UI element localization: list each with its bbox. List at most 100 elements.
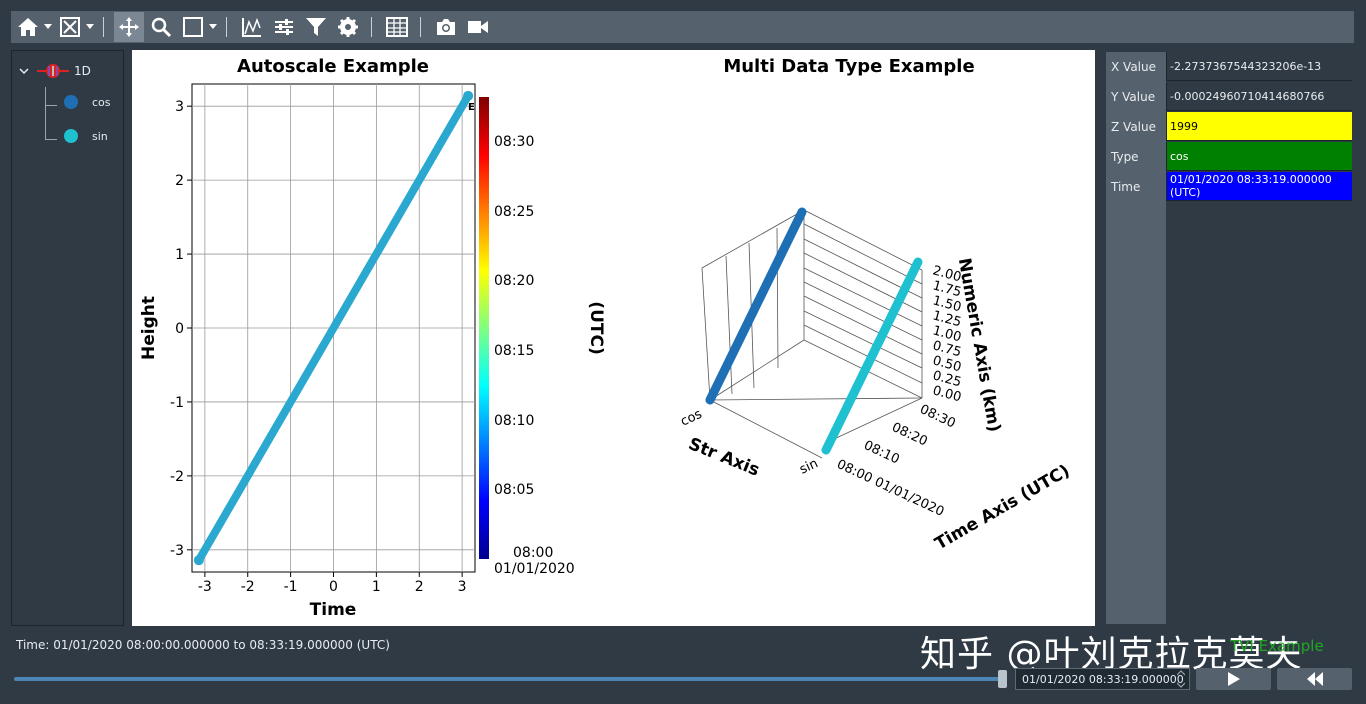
pan-icon[interactable] (114, 12, 144, 42)
str-tick: sin (797, 456, 820, 477)
x-tick-label: 0 (329, 579, 338, 595)
gear-icon[interactable] (333, 12, 363, 42)
colorbar (479, 97, 489, 559)
adjust-icon[interactable] (269, 12, 299, 42)
toolbar (11, 11, 1354, 43)
toolbar-separator (420, 17, 421, 37)
property-value[interactable]: -0.00024960710414680766 (1166, 82, 1352, 111)
left-x-ticks: -3 -2 -1 0 1 2 3 (198, 572, 467, 595)
select-dropdown-icon[interactable] (208, 12, 218, 42)
property-row: Y Value -0.00024960710414680766 (1106, 82, 1352, 111)
rewind-icon (1306, 672, 1323, 686)
tree-item-label: cos (92, 95, 111, 109)
time-slider-handle[interactable] (998, 670, 1008, 688)
str-tick: cos (678, 407, 704, 430)
y-tick-label: 0 (175, 321, 184, 337)
time-axis-ticks: 08:30 08:20 08:10 08:00 01/01/2020 (834, 402, 957, 520)
time-tick: 08:20 (889, 420, 929, 449)
colorbar-tick: 08:30 (494, 134, 534, 150)
property-name: Y Value (1111, 89, 1156, 104)
tree-root-label: 1D (74, 64, 91, 78)
series-line-cos (705, 207, 807, 405)
property-value[interactable]: -2.2737367544323206e-13 (1166, 52, 1352, 81)
zoom-fit-icon[interactable] (55, 12, 85, 42)
colorbar-tick: 08:00 (513, 545, 553, 561)
tree-line (45, 87, 46, 139)
property-value[interactable]: 1999 (1166, 112, 1352, 141)
y-tick-label: -1 (170, 395, 184, 411)
properties-panel: X Value -2.2737367544323206e-13 Y Value -0.… (1106, 52, 1352, 624)
spin-down-icon[interactable] (1177, 682, 1185, 688)
left-chart-title: Autoscale Example (237, 56, 429, 77)
spin-up-icon[interactable] (1177, 670, 1185, 676)
colorbar-tick: 08:25 (494, 204, 534, 220)
dataset-icon (37, 64, 69, 78)
time-spinner[interactable] (1177, 670, 1187, 688)
colorbar-tick: 08:05 (494, 482, 534, 498)
select-box-icon[interactable] (178, 12, 208, 42)
filter-icon[interactable] (301, 12, 331, 42)
z-axis-ticks: 2.00 1.75 1.50 1.25 1.00 0.75 0.50 0.25 … (931, 263, 963, 405)
colorbar-label: (UTC) (586, 301, 606, 354)
time-range-label: Time: 01/01/2020 08:00:00.000000 to 08:3… (16, 638, 390, 652)
toolbar-separator (103, 17, 104, 37)
y-tick-label: 2 (175, 173, 184, 189)
property-name: X Value (1111, 59, 1156, 74)
x-tick-label: -2 (241, 579, 255, 595)
tree-item-cos[interactable]: cos (64, 95, 111, 109)
colorbar-tick: 08:10 (494, 413, 534, 429)
zoom-icon[interactable] (146, 12, 176, 42)
current-time-input[interactable]: 01/01/2020 08:33:19.000000 (1015, 668, 1190, 690)
cube-wireframe (701, 209, 923, 459)
property-value[interactable]: cos (1166, 142, 1352, 171)
plot-canvas[interactable]: Autoscale Example -3 -2 -1 0 1 2 3 -3 -2 -1 0 1 2 3 … (132, 50, 1095, 626)
property-row: Z Value 1999 (1106, 112, 1352, 141)
colorbar-tick: 08:15 (494, 343, 534, 359)
x-tick-label: -3 (198, 579, 212, 595)
rewind-button[interactable] (1277, 668, 1352, 690)
series-dot-icon (64, 129, 78, 143)
x-tick-label: 1 (372, 579, 381, 595)
str-axis-label: Str Axis (685, 434, 762, 481)
y-tick-label: -3 (170, 543, 184, 559)
time-tick: 08:10 (861, 438, 901, 467)
property-name: Z Value (1111, 119, 1156, 134)
time-slider[interactable] (14, 677, 1004, 681)
left-series-start-point (193, 555, 204, 566)
property-name: Time (1111, 179, 1141, 194)
property-name: Type (1111, 149, 1139, 164)
right-chart-title: Multi Data Type Example (723, 56, 974, 77)
camera-icon[interactable] (431, 12, 461, 42)
x-tick-label: 2 (415, 579, 424, 595)
tree-root[interactable]: 1D (18, 63, 91, 79)
property-row: Type cos (1106, 142, 1352, 171)
y-tick-label: -2 (170, 469, 184, 485)
toolbar-separator (226, 17, 227, 37)
home-dropdown-icon[interactable] (43, 12, 53, 42)
line-plot-icon[interactable] (237, 12, 267, 42)
plots-svg: Autoscale Example -3 -2 -1 0 1 2 3 -3-2-10123 … (139, 56, 1073, 620)
data-tree-panel: 1D cos sin (11, 50, 124, 626)
play-icon (1227, 672, 1240, 686)
chevron-down-icon[interactable] (18, 65, 30, 77)
time-origin-tick: 08:00 01/01/2020 (834, 457, 946, 520)
toolbar-separator (371, 17, 372, 37)
colorbar-tick: 08:20 (494, 273, 534, 289)
tree-item-label: sin (92, 129, 108, 143)
y-tick-label: 1 (175, 247, 184, 263)
current-time-value: 01/01/2020 08:33:19.000000 (1022, 672, 1184, 686)
tree-item-sin[interactable]: sin (64, 129, 108, 143)
property-value[interactable]: 01/01/2020 08:33:19.000000 (UTC) (1166, 172, 1352, 201)
left-y-label: Height (139, 296, 159, 360)
colorbar-date: 01/01/2020 (494, 561, 575, 577)
table-icon[interactable] (382, 12, 412, 42)
y-tick-label: 3 (175, 99, 184, 115)
property-row: X Value -2.2737367544323206e-13 (1106, 52, 1352, 81)
property-row: Time 01/01/2020 08:33:19.000000 (UTC) (1106, 172, 1352, 201)
time-tick: 08:30 (917, 402, 957, 431)
play-button[interactable] (1196, 668, 1271, 690)
home-icon[interactable] (13, 12, 43, 42)
cut-label: E (468, 102, 475, 113)
zoom-fit-dropdown-icon[interactable] (85, 12, 95, 42)
video-icon[interactable] (463, 12, 493, 42)
